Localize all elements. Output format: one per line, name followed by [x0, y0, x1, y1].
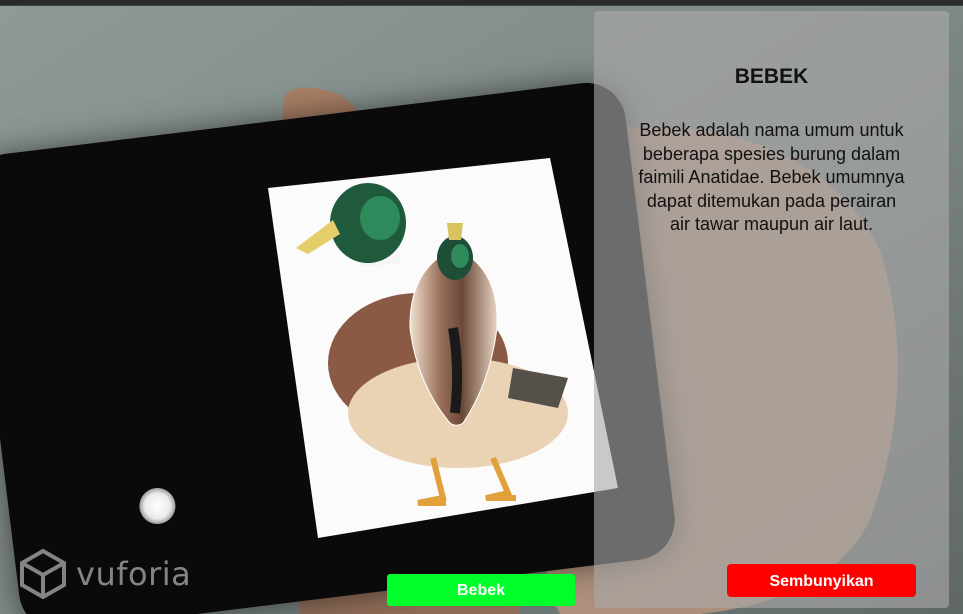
hide-button[interactable]: Sembunyikan	[727, 564, 916, 597]
phone-camera-flash	[137, 485, 178, 527]
top-bar	[0, 0, 963, 6]
ar-duck-model	[409, 223, 498, 426]
ar-camera-view: vuforia BEBEK Bebek adalah nama umum unt…	[0, 0, 963, 614]
vuforia-logo-text: vuforia	[76, 555, 192, 593]
info-panel: BEBEK Bebek adalah nama umum untuk beber…	[594, 11, 949, 608]
vuforia-cube-icon	[20, 549, 66, 599]
bebek-button[interactable]: Bebek	[387, 574, 575, 606]
info-description: Bebek adalah nama umum untuk beberapa sp…	[638, 120, 905, 234]
vuforia-watermark: vuforia	[20, 548, 191, 600]
info-title: BEBEK	[734, 65, 809, 88]
